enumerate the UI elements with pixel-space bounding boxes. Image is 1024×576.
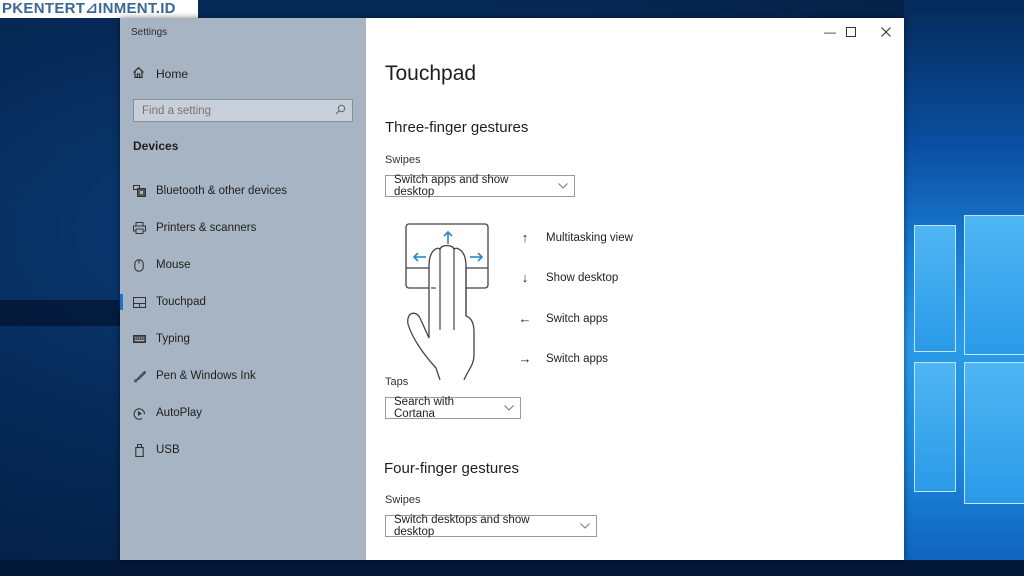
sidebar-item-bluetooth[interactable]: Bluetooth & other devices bbox=[120, 179, 366, 203]
gesture-row-down: ↓ Show desktop bbox=[518, 270, 619, 285]
sidebar-item-label: Typing bbox=[156, 333, 190, 345]
gesture-label: Switch apps bbox=[546, 312, 609, 325]
dropdown-value: Switch desktops and show desktop bbox=[394, 514, 530, 538]
sidebar-item-label: Touchpad bbox=[156, 296, 206, 308]
chevron-down-icon bbox=[504, 403, 514, 413]
mouse-icon bbox=[132, 258, 146, 272]
home-label: Home bbox=[156, 67, 189, 81]
page-title: Touchpad bbox=[385, 62, 477, 85]
sidebar-item-label: Bluetooth & other devices bbox=[156, 185, 288, 197]
sidebar-item-autoplay[interactable]: AutoPlay bbox=[120, 401, 366, 425]
sidebar-item-label: Printers & scanners bbox=[156, 222, 257, 234]
desktop-shadow-band bbox=[0, 300, 120, 326]
chevron-down-icon bbox=[558, 181, 568, 191]
four-finger-swipes-dropdown[interactable]: Switch desktops and show desktop bbox=[385, 514, 597, 538]
arrow-up-icon: ↑ bbox=[521, 230, 529, 245]
app-title: Settings bbox=[131, 27, 168, 38]
nav-home[interactable]: Home bbox=[132, 66, 188, 82]
gesture-row-left: ← Switch apps bbox=[518, 311, 609, 326]
pen-icon bbox=[132, 370, 146, 383]
four-finger-swipes-label: Swipes bbox=[385, 494, 421, 506]
dropdown-value: Search with Cortana bbox=[394, 396, 455, 420]
maximize-icon bbox=[846, 27, 856, 37]
three-finger-heading: Three-finger gestures bbox=[385, 119, 529, 136]
sidebar: Settings Home Devices Bluetooth & other … bbox=[120, 18, 366, 560]
gesture-row-right: → Switch apps bbox=[518, 351, 609, 366]
sidebar-item-touchpad[interactable]: Touchpad bbox=[120, 290, 366, 314]
desktop-bottom bbox=[0, 560, 1024, 576]
search-input[interactable] bbox=[142, 104, 322, 117]
sidebar-item-label: Mouse bbox=[156, 259, 191, 271]
arrow-down-icon: ↓ bbox=[521, 270, 529, 285]
gesture-label: Switch apps bbox=[546, 352, 609, 365]
three-finger-swipes-label: Swipes bbox=[385, 154, 421, 166]
sidebar-item-label: Pen & Windows Ink bbox=[156, 370, 256, 382]
watermark: PKENTERT⊿INMENT.ID bbox=[0, 0, 198, 18]
four-finger-heading: Four-finger gestures bbox=[384, 460, 520, 477]
three-finger-swipe-illustration bbox=[402, 220, 502, 385]
keyboard-icon bbox=[132, 335, 146, 343]
sidebar-item-label: USB bbox=[156, 444, 180, 456]
printer-icon bbox=[132, 222, 146, 234]
main-content: — Touchpad Three-finger gestures Swipes … bbox=[366, 18, 904, 560]
sidebar-item-label: AutoPlay bbox=[156, 407, 203, 419]
taps-label: Taps bbox=[385, 376, 409, 388]
sidebar-item-mouse[interactable]: Mouse bbox=[120, 253, 366, 277]
arrow-left-icon: ← bbox=[518, 311, 532, 326]
desktop-windows-logo bbox=[904, 0, 1024, 576]
search-icon[interactable] bbox=[335, 102, 346, 120]
section-title: Devices bbox=[133, 139, 179, 153]
settings-window: Settings Home Devices Bluetooth & other … bbox=[120, 18, 904, 560]
three-finger-swipes-dropdown[interactable]: Switch apps and show desktop bbox=[385, 174, 575, 198]
search-box[interactable] bbox=[133, 99, 353, 122]
minimize-icon: — bbox=[824, 25, 836, 39]
arrow-right-icon: → bbox=[518, 351, 532, 366]
maximize-button[interactable] bbox=[839, 24, 863, 40]
usb-icon bbox=[132, 443, 146, 457]
autoplay-icon bbox=[132, 407, 146, 420]
touchpad-icon bbox=[132, 296, 146, 308]
chevron-down-icon bbox=[580, 521, 590, 531]
home-icon bbox=[132, 66, 145, 82]
sidebar-item-typing[interactable]: Typing bbox=[120, 327, 366, 351]
dropdown-value: Switch apps and show desktop bbox=[394, 174, 509, 198]
gesture-label: Show desktop bbox=[546, 271, 619, 284]
close-button[interactable] bbox=[874, 24, 898, 40]
close-icon bbox=[881, 27, 891, 37]
bluetooth-devices-icon bbox=[132, 185, 146, 197]
gesture-label: Multitasking view bbox=[546, 231, 633, 244]
sidebar-item-usb[interactable]: USB bbox=[120, 438, 366, 462]
gesture-row-up: ↑ Multitasking view bbox=[518, 230, 633, 245]
taps-dropdown[interactable]: Search with Cortana bbox=[385, 396, 521, 420]
sidebar-item-printers[interactable]: Printers & scanners bbox=[120, 216, 366, 240]
sidebar-item-pen[interactable]: Pen & Windows Ink bbox=[120, 364, 366, 388]
